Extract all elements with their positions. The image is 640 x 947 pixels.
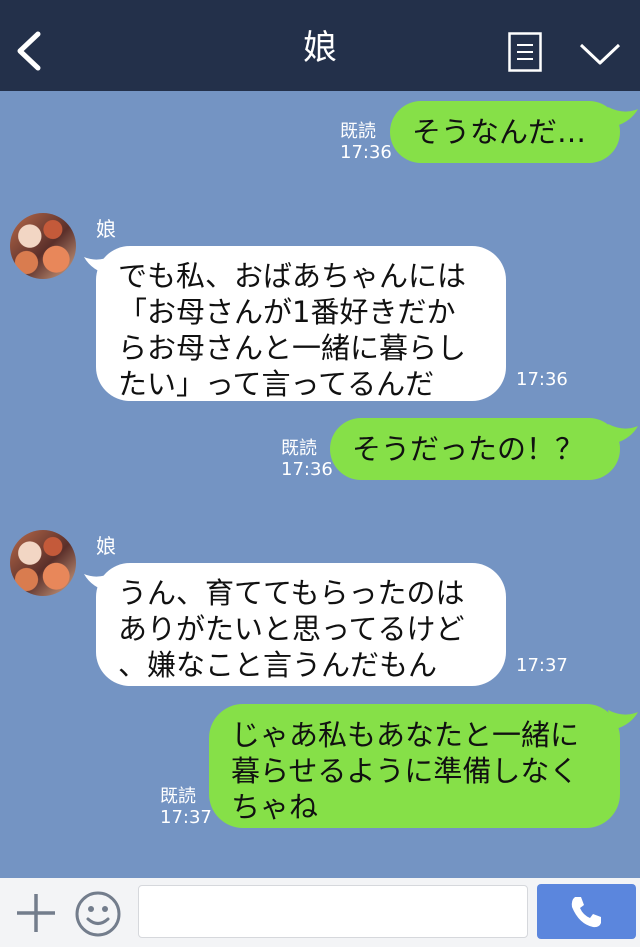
call-button[interactable] <box>537 884 636 939</box>
message-bubble-outgoing[interactable]: そうなんだ… <box>390 101 620 163</box>
message-text: そうだったの！？ <box>352 432 585 466</box>
message-text: じゃあ私もあなたと一緒に 暮らせるように準備しなく ちゃね <box>231 718 580 824</box>
message-bubble-incoming[interactable]: でも私、おばあちゃんには 「お母さんが1番好きだか らお母さんと一緒に暮らし た… <box>96 246 506 401</box>
message-text: でも私、おばあちゃんには 「お母さんが1番好きだか らお母さんと一緒に暮らし た… <box>118 259 467 401</box>
message-text: うん、育ててもらったのは ありがたいと思ってるけど 、嫌なこと言うんだもん <box>118 576 465 682</box>
message-time: 17:36 <box>516 369 568 390</box>
bubble-tail <box>608 424 638 444</box>
chat-header: 娘 <box>0 0 640 91</box>
message-time: 17:36 <box>340 142 392 163</box>
message-meta: 既読 17:37 <box>160 786 212 828</box>
message-bubble-outgoing[interactable]: じゃあ私もあなたと一緒に 暮らせるように準備しなく ちゃね <box>209 704 620 828</box>
bubble-tail <box>608 107 638 127</box>
message-meta: 既読 17:36 <box>281 438 333 480</box>
message-input[interactable] <box>138 885 528 938</box>
message-bubble-outgoing[interactable]: そうだったの！？ <box>330 418 620 480</box>
sender-name: 娘 <box>96 534 116 558</box>
chat-title: 娘 <box>303 28 337 68</box>
chat-area[interactable]: 既読 17:36 そうなんだ… 娘 でも私、おばあちゃんには 「お母さんが1番好… <box>0 91 640 878</box>
message-meta: 既読 17:36 <box>340 121 392 163</box>
message-time: 17:36 <box>281 459 333 480</box>
message-text: そうなんだ… <box>412 115 587 149</box>
message-time: 17:37 <box>160 807 212 828</box>
message-time: 17:37 <box>516 655 568 676</box>
read-label: 既読 <box>160 786 196 807</box>
phone-icon <box>571 897 601 928</box>
note-menu-icon[interactable] <box>508 32 542 72</box>
plus-icon[interactable] <box>14 891 58 935</box>
sender-name: 娘 <box>96 217 116 241</box>
read-label: 既読 <box>281 438 317 459</box>
chevron-down-icon[interactable] <box>578 40 622 68</box>
avatar[interactable] <box>10 530 76 596</box>
emoji-icon[interactable] <box>74 890 122 938</box>
input-bar <box>0 878 640 947</box>
message-bubble-incoming[interactable]: うん、育ててもらったのは ありがたいと思ってるけど 、嫌なこと言うんだもん <box>96 563 506 686</box>
bubble-tail <box>608 710 638 730</box>
avatar[interactable] <box>10 213 76 279</box>
read-label: 既読 <box>340 121 376 142</box>
